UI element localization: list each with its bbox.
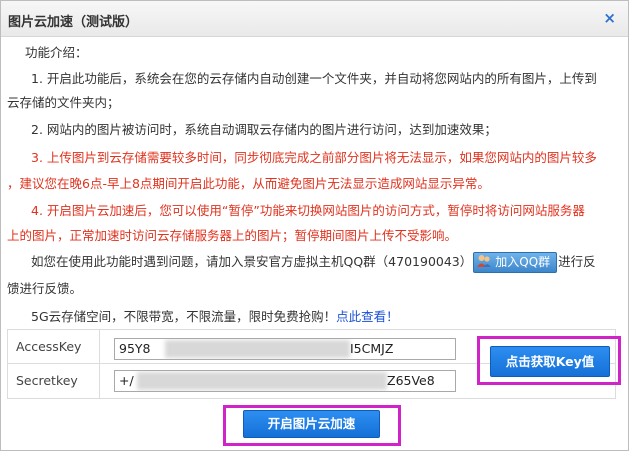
- help-suffix: 进行反: [558, 254, 596, 269]
- intro-item-3-line-2: ，建议您在晚6点-早上8点期间开启此功能，从而避免图片无法显示造成网站显示异常。: [7, 176, 490, 191]
- secretkey-value-end: Z65Ve8: [387, 373, 435, 388]
- secretkey-input[interactable]: +/ Z65Ve8: [114, 370, 456, 392]
- intro-item-1-line-1: 1. 开启此功能后，系统会在您的云存储内自动创建一个文件夹，并自动将您网站内的所…: [31, 71, 597, 86]
- intro-item-4-line-2: 上的图片，正常加速时访问云存储服务器上的图片；暂停期间图片上传不受影响。: [7, 228, 458, 243]
- help-prefix: 如您在使用此功能时遇到问题，请加入景安官方虚拟主机QQ群（470190043）: [31, 254, 473, 269]
- help-line-1: 如您在使用此功能时遇到问题，请加入景安官方虚拟主机QQ群（470190043） 加…: [31, 250, 629, 274]
- start-acceleration-button[interactable]: 开启图片云加速: [243, 410, 380, 438]
- accesskey-redaction: [165, 340, 350, 358]
- intro-item-1-line-2: 云存储的文件夹内；: [7, 95, 120, 110]
- secretkey-redaction: [137, 372, 387, 390]
- secretkey-label: Secretkey: [8, 364, 100, 398]
- promo-link[interactable]: 点此查看！: [336, 309, 399, 324]
- intro-heading: 功能介绍：: [25, 45, 88, 60]
- group-users-icon: [477, 255, 492, 267]
- intro-item-2: 2. 网站内的图片被访问时，系统自动调取云存储内的图片进行访问，达到加速效果；: [31, 122, 497, 137]
- join-qq-group-label: 加入QQ群: [495, 255, 551, 269]
- accesskey-label: AccessKey: [8, 330, 100, 364]
- intro-item-4-line-1: 4. 开启图片云加速后，您可以使用“暂停”功能来切换网站图片的访问方式，暂停时将…: [31, 203, 585, 218]
- accesskey-value-start: 95Y8: [119, 341, 151, 356]
- get-key-button[interactable]: 点击获取Key值: [490, 346, 610, 377]
- help-line-2: 馈进行反馈。: [7, 281, 83, 296]
- accesskey-input[interactable]: 95Y8 I5CMJZ: [114, 338, 456, 360]
- join-qq-group-button[interactable]: 加入QQ群: [473, 252, 558, 273]
- promo-line: 5G云存储空间，不限带宽，不限流量，限时免费抢购！点此查看！: [31, 305, 629, 329]
- dialog-titlebar: 图片云加速（测试版） ×: [1, 1, 628, 37]
- image-cloud-acceleration-dialog: 图片云加速（测试版） × 功能介绍： 1. 开启此功能后，系统会在您的云存储内自…: [0, 0, 629, 451]
- dialog-title: 图片云加速（测试版）: [8, 15, 139, 30]
- close-icon[interactable]: ×: [603, 10, 616, 26]
- accesskey-value-end: I5CMJZ: [350, 341, 394, 356]
- intro-item-3-line-1: 3. 上传图片到云存储需要较多时间，同步彻底完成之前部分图片将无法显示，如果您网…: [31, 150, 597, 165]
- secretkey-value-start: +/: [119, 373, 134, 388]
- promo-text: 5G云存储空间，不限带宽，不限流量，限时免费抢购！: [31, 309, 337, 324]
